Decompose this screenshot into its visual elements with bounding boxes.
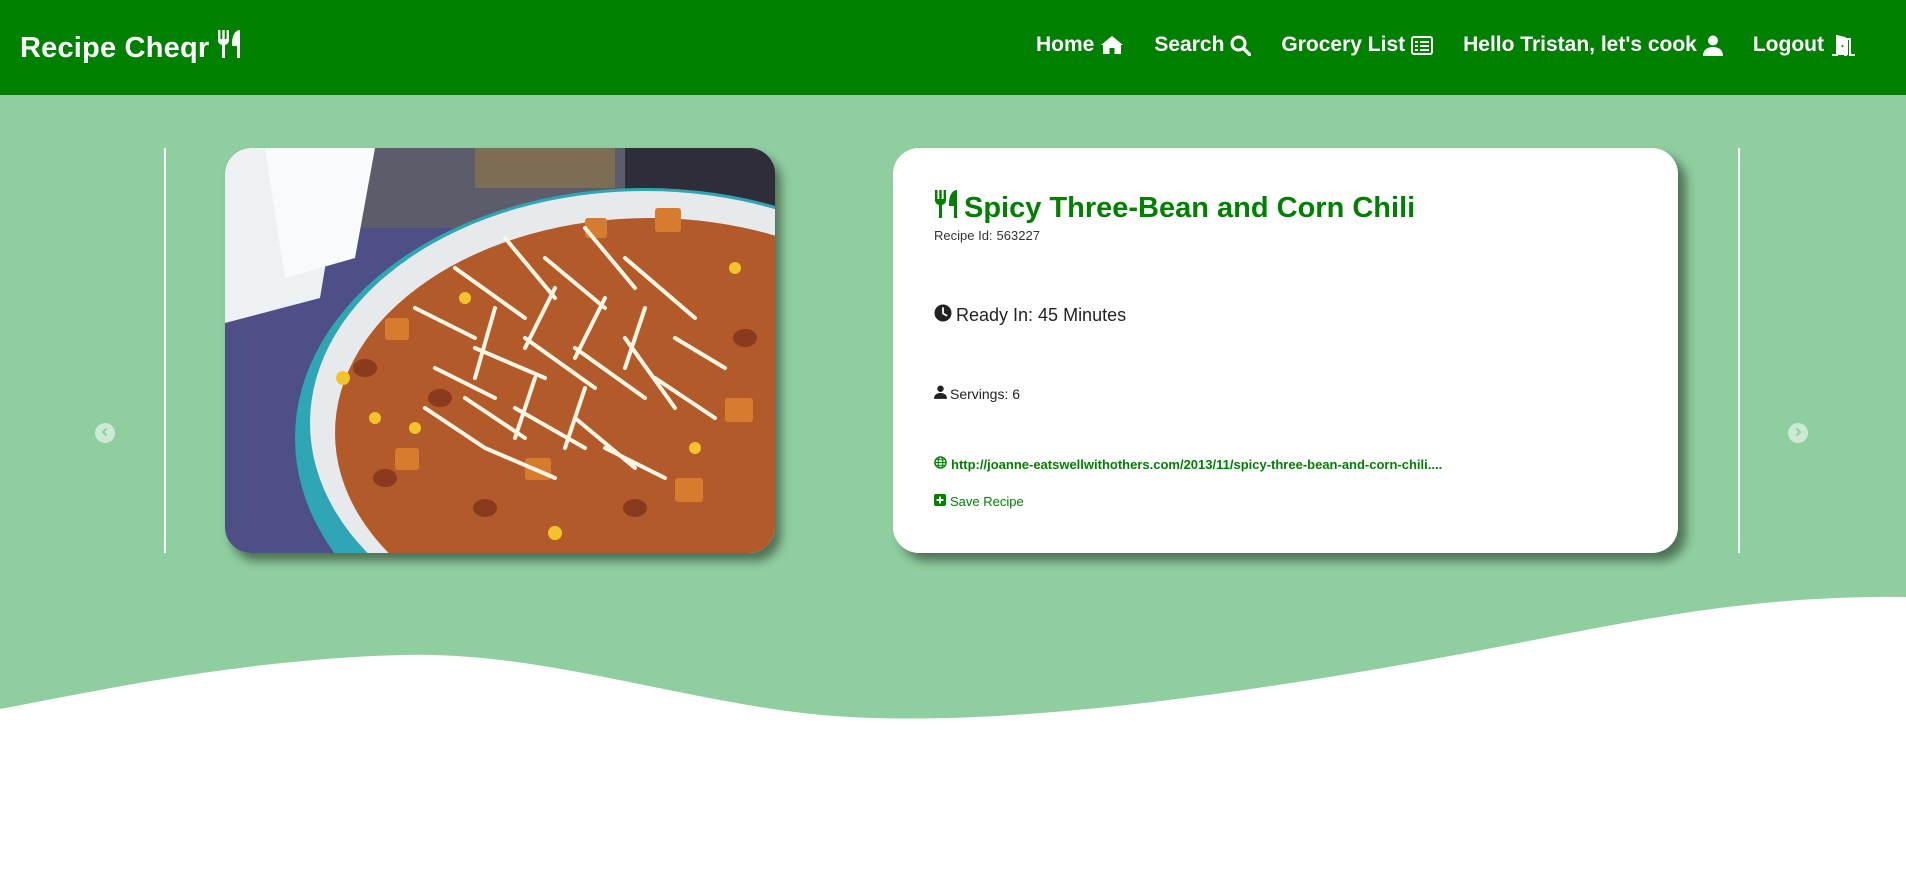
brand-name[interactable]: Recipe Cheqr — [20, 32, 209, 65]
source-url-link[interactable]: http://joanne-eatswellwithothers.com/201… — [934, 456, 1442, 472]
nav-grocery-list[interactable]: Grocery List — [1281, 33, 1434, 57]
list-icon — [1411, 35, 1434, 55]
user-icon — [1702, 35, 1723, 56]
recipe-image[interactable] — [225, 148, 775, 553]
recipe-id-value: 563227 — [996, 228, 1040, 243]
nav-menu: Home Search Grocery List Hello Tristan, … — [1036, 33, 1856, 57]
top-navbar: Recipe Cheqr Home Search Grocery List He… — [0, 0, 1906, 95]
chili-bowl-illustration — [225, 148, 775, 553]
nav-home[interactable]: Home — [1036, 33, 1124, 57]
fork-knife-icon — [934, 190, 958, 226]
nav-grocery-label[interactable]: Grocery List — [1281, 33, 1405, 57]
recipe-id-label: Recipe Id: — [934, 228, 993, 243]
home-icon — [1100, 35, 1124, 55]
save-recipe-button[interactable]: Save Recipe — [934, 494, 1024, 509]
plus-square-icon — [934, 494, 946, 509]
source-url-text[interactable]: http://joanne-eatswellwithothers.com/201… — [951, 457, 1442, 472]
recipe-title-text: Spicy Three-Bean and Corn Chili — [964, 191, 1416, 224]
user-icon — [934, 385, 947, 402]
nav-user-label[interactable]: Hello Tristan, let's cook — [1463, 33, 1697, 57]
fork-knife-icon — [217, 30, 241, 66]
save-recipe-label[interactable]: Save Recipe — [950, 494, 1024, 509]
ready-in-text: Ready In: 45 Minutes — [956, 305, 1127, 325]
carousel-prev-button[interactable] — [95, 423, 115, 443]
nav-user-greeting[interactable]: Hello Tristan, let's cook — [1463, 33, 1723, 57]
brand-logo[interactable]: Recipe Cheqr — [20, 30, 241, 66]
recipe-title: Spicy Three-Bean and Corn Chili — [934, 190, 1415, 226]
recipe-card: Spicy Three-Bean and Corn Chili Recipe I… — [893, 148, 1678, 553]
chevron-right-icon — [1793, 424, 1803, 442]
servings: Servings: 6 — [934, 385, 1020, 402]
servings-text: Servings: 6 — [950, 385, 1021, 402]
carousel-next-button[interactable] — [1788, 423, 1808, 443]
nav-logout[interactable]: Logout — [1753, 33, 1856, 57]
nav-logout-label[interactable]: Logout — [1753, 33, 1824, 57]
carousel-right-divider — [1738, 148, 1740, 553]
nav-search[interactable]: Search — [1154, 33, 1252, 57]
ready-in-time: Ready In: 45 Minutes — [934, 304, 1126, 327]
globe-icon — [934, 456, 947, 472]
door-icon — [1830, 34, 1856, 56]
nav-home-label[interactable]: Home — [1036, 33, 1094, 57]
chevron-left-icon — [100, 424, 110, 442]
clock-icon — [934, 304, 952, 327]
recipe-id: Recipe Id: 563227 — [934, 228, 1040, 243]
carousel-left-divider — [164, 148, 166, 553]
search-icon — [1230, 35, 1252, 56]
nav-search-label[interactable]: Search — [1154, 33, 1224, 57]
